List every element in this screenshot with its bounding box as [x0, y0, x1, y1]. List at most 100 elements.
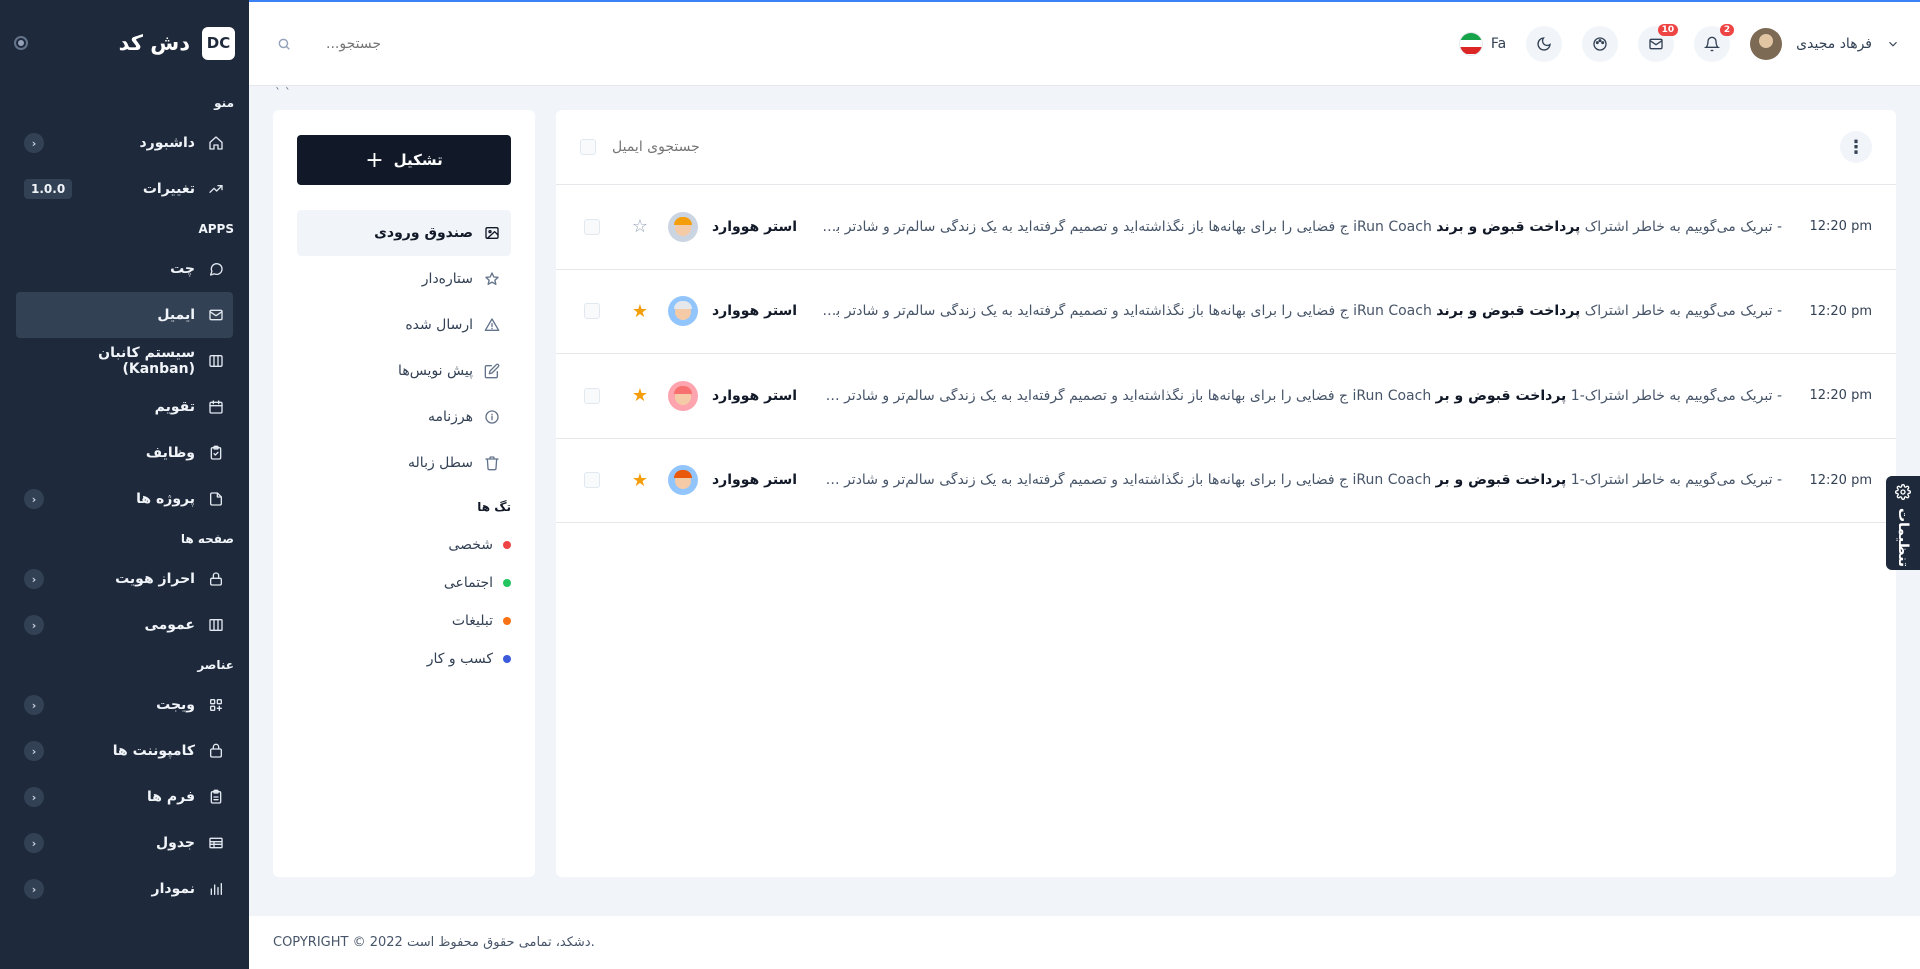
footer: COPYRIGHT © 2022 دشکد، تمامی حقوق محفوظ … — [249, 916, 1920, 969]
mail-row[interactable]: ★ استر هووارد - تبریک می‌گوییم به خاطر ا… — [556, 354, 1896, 439]
mail-tail: - تبریک می‌گوییم به خاطر اشتراک — [1584, 303, 1782, 320]
mail-body: ج فضایی را برای بهانه‌ها باز نگذاشته‌اید… — [822, 218, 1349, 235]
star-icon[interactable]: ☆ — [630, 216, 650, 237]
bell-icon — [1704, 36, 1721, 51]
star-icon[interactable]: ★ — [630, 301, 650, 322]
user-menu[interactable]: فرهاد مجیدی — [1750, 27, 1900, 60]
tag-label: اجتماعی — [443, 575, 493, 591]
sidebar-item[interactable]: تغییرات 1.0.0 — [16, 166, 233, 212]
breadcrumb: ` ` — [275, 86, 291, 100]
sidebar-item[interactable]: چت — [16, 246, 233, 292]
compose-button[interactable]: تشکیل + — [297, 135, 511, 185]
avatar — [668, 380, 698, 411]
folder-item[interactable]: ستاره‌دار — [297, 256, 511, 302]
search-icon — [278, 38, 290, 50]
trend-icon — [207, 180, 225, 198]
chevron-left-icon: ‹ — [24, 787, 44, 807]
plus-icon: + — [365, 147, 384, 173]
copyright-text: COPYRIGHT © 2022 دشکد، تمامی حقوق محفوظ … — [273, 935, 595, 950]
sidebar-item[interactable]: فرم ها ‹ — [16, 774, 233, 820]
sidebar-item[interactable]: داشبورد ‹ — [16, 120, 233, 166]
mail-row[interactable]: ☆ استر هووارد - تبریک می‌گوییم به خاطر ا… — [556, 185, 1896, 270]
language-switcher[interactable]: Fa — [1458, 31, 1507, 56]
gear-icon — [1895, 484, 1911, 500]
sidebar-item[interactable]: احراز هویت ‹ — [16, 556, 233, 602]
mail-body: ج فضایی را برای بهانه‌ها باز نگذاشته‌اید… — [822, 303, 1349, 320]
sidebar-item[interactable]: سیستم کانبان (Kanban) — [16, 338, 233, 384]
sidebar-section-title: منو — [214, 96, 234, 110]
tag-item[interactable]: اجتماعی — [297, 564, 511, 602]
folder-item[interactable]: صندوق ورودی — [297, 210, 511, 256]
sidebar-item[interactable]: نمودار ‹ — [16, 866, 233, 912]
language-label: Fa — [1490, 35, 1507, 52]
tag-dot — [503, 541, 511, 549]
more-options-button[interactable]: ⋮ — [1840, 131, 1872, 163]
mail-tail: - تبریک می‌گوییم به خاطر اشتراک-1 — [1570, 387, 1782, 404]
chevron-left-icon: ‹ — [24, 569, 44, 589]
search-input[interactable] — [301, 35, 381, 52]
star-icon[interactable]: ★ — [630, 470, 650, 491]
mail-icon — [207, 306, 225, 324]
file-icon — [207, 490, 225, 508]
row-checkbox[interactable] — [584, 218, 600, 235]
tag-item[interactable]: شخصی — [297, 526, 511, 564]
settings-tab[interactable]: تنظیمات — [1886, 476, 1920, 570]
mail-time: 12:20 pm — [1809, 303, 1872, 319]
mail-list-panel: ⋮ ☆ استر هووارد - تبریک می‌گوییم به خاطر… — [556, 110, 1896, 877]
folder-item[interactable]: سطل زباله — [297, 440, 511, 486]
tag-item[interactable]: کسب و کار — [297, 640, 511, 678]
sidebar-item-label: احراز هویت — [115, 571, 195, 587]
chevron-left-icon: ‹ — [24, 833, 44, 853]
row-checkbox[interactable] — [584, 303, 600, 320]
mail-row[interactable]: ★ استر هووارد - تبریک می‌گوییم به خاطر ا… — [556, 439, 1896, 523]
folder-item[interactable]: هرزنامه — [297, 394, 511, 440]
folder-label: هرزنامه — [427, 409, 473, 425]
tag-item[interactable]: تبلیغات — [297, 602, 511, 640]
sidebar-toggle[interactable] — [14, 36, 28, 50]
sidebar-item-label: فرم ها — [147, 789, 195, 805]
avatar — [1750, 27, 1783, 60]
sidebar-item[interactable]: جدول ‹ — [16, 820, 233, 866]
mail-icon — [1649, 38, 1663, 49]
notifications-button[interactable]: 2 — [1694, 23, 1735, 62]
calendar-icon — [207, 398, 225, 416]
sidebar-item[interactable]: کامپوننت ها ‹ — [16, 728, 233, 774]
star-icon[interactable]: ★ — [630, 385, 650, 406]
row-checkbox[interactable] — [584, 387, 600, 404]
mail-search-input[interactable] — [612, 139, 812, 155]
sidebar-item-label: پروژه ها — [136, 491, 195, 507]
mail-row[interactable]: ★ استر هووارد - تبریک می‌گوییم به خاطر ا… — [556, 270, 1896, 354]
sidebar-item-label: وظایف — [145, 445, 195, 461]
sidebar-item[interactable]: ویجت ‹ — [16, 682, 233, 728]
chevron-left-icon: ‹ — [24, 615, 44, 635]
mail-preview: - تبریک می‌گوییم به خاطر اشتراک پرداخت ق… — [822, 303, 1782, 319]
folder-item[interactable]: ارسال شده — [297, 302, 511, 348]
sidebar-item[interactable]: تقویم — [16, 384, 233, 430]
notification-count-badge: 2 — [1719, 23, 1735, 36]
mail-body: ج فضایی را برای بهانه‌ها باز نگذاشته‌اید… — [822, 387, 1349, 404]
trash-icon — [483, 454, 501, 472]
brand-name[interactable]: دش کد — [119, 31, 190, 55]
mail-button[interactable]: 10 — [1638, 23, 1679, 62]
mail-rows: ☆ استر هووارد - تبریک می‌گوییم به خاطر ا… — [556, 185, 1896, 523]
select-all-checkbox[interactable] — [580, 139, 596, 155]
sidebar-item-label: ویجت — [156, 697, 195, 713]
star-icon — [483, 270, 501, 288]
sidebar-item[interactable]: وظایف — [16, 430, 233, 476]
version-badge: 1.0.0 — [24, 179, 73, 199]
folder-item[interactable]: پیش نویس‌ها — [297, 348, 511, 394]
theme-button[interactable] — [1582, 25, 1619, 62]
mail-subject: پرداخت قبوض و بر — [1435, 387, 1567, 404]
brand-logo[interactable]: DC — [202, 26, 235, 60]
folder-label: سطل زباله — [408, 455, 473, 471]
row-checkbox[interactable] — [584, 472, 600, 489]
sidebar-section-title: عناصر — [197, 658, 234, 672]
tag-label: کسب و کار — [426, 651, 493, 667]
dark-mode-button[interactable] — [1526, 25, 1563, 62]
sidebar-item[interactable]: عمومی ‹ — [16, 602, 233, 648]
sidebar-item[interactable]: پروژه ها ‹ — [16, 476, 233, 522]
columns-icon — [207, 616, 225, 634]
sidebar-item[interactable]: ایمیل — [16, 292, 233, 338]
folder-label: پیش نویس‌ها — [398, 363, 473, 379]
tasks-icon — [207, 444, 225, 462]
